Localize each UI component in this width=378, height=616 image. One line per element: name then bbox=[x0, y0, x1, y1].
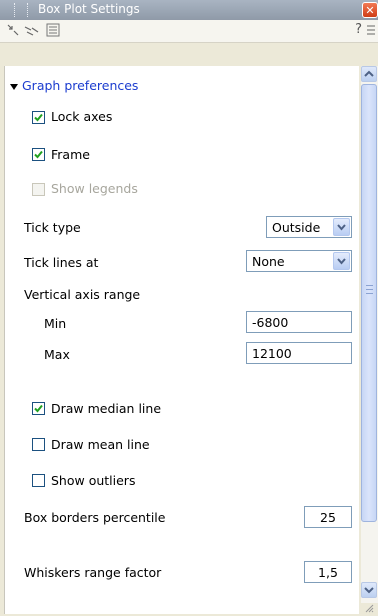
scroll-down-button[interactable] bbox=[361, 582, 377, 598]
max-label: Max bbox=[44, 347, 70, 362]
section-graph-preferences[interactable]: Graph preferences bbox=[22, 78, 138, 93]
frame-label[interactable]: Frame bbox=[51, 147, 90, 162]
check-icon bbox=[34, 113, 43, 122]
resize-grip-icon[interactable] bbox=[365, 604, 374, 613]
draw-mean-checkbox[interactable] bbox=[32, 438, 45, 451]
settings-list-icon[interactable] bbox=[46, 23, 60, 37]
frame-checkbox[interactable] bbox=[32, 148, 45, 161]
draw-median-checkbox[interactable] bbox=[32, 402, 45, 415]
tick-lines-select[interactable]: None bbox=[246, 250, 352, 272]
max-input[interactable]: 12100 bbox=[246, 342, 352, 364]
window-title: Box Plot Settings bbox=[38, 2, 140, 16]
tick-type-value: Outside bbox=[272, 220, 321, 235]
show-outliers-checkbox[interactable] bbox=[32, 474, 45, 487]
check-icon bbox=[34, 150, 43, 159]
menu-icon[interactable] bbox=[366, 23, 376, 37]
chevron-down-icon[interactable] bbox=[333, 252, 350, 270]
lock-axes-checkbox[interactable] bbox=[32, 111, 45, 124]
box-borders-label: Box borders percentile bbox=[24, 510, 166, 525]
help-icon[interactable]: ? bbox=[355, 22, 362, 37]
tick-lines-label: Tick lines at bbox=[24, 255, 99, 270]
grip-icon bbox=[366, 285, 373, 294]
min-input[interactable]: -6800 bbox=[246, 311, 352, 333]
min-label: Min bbox=[44, 316, 67, 331]
collapse-icon[interactable] bbox=[24, 23, 40, 37]
show-outliers-label[interactable]: Show outliers bbox=[51, 473, 135, 488]
close-button[interactable]: ✕ bbox=[362, 2, 378, 18]
collapse-triangle-icon[interactable] bbox=[10, 84, 18, 90]
whiskers-input[interactable]: 1,5 bbox=[304, 561, 352, 583]
expand-icon[interactable] bbox=[6, 23, 20, 37]
vertical-axis-range-label: Vertical axis range bbox=[24, 287, 141, 302]
draw-mean-label[interactable]: Draw mean line bbox=[51, 437, 150, 452]
box-borders-input[interactable]: 25 bbox=[304, 506, 352, 528]
scroll-up-button[interactable] bbox=[361, 66, 377, 82]
tick-type-select[interactable]: Outside bbox=[266, 216, 352, 238]
title-bar: Box Plot Settings ✕ bbox=[0, 0, 378, 21]
chevron-down-icon bbox=[364, 587, 374, 594]
draw-median-label[interactable]: Draw median line bbox=[51, 401, 161, 416]
check-icon bbox=[34, 404, 43, 413]
vertical-scrollbar[interactable] bbox=[361, 66, 378, 603]
scroll-thumb[interactable] bbox=[361, 84, 377, 522]
show-legends-label: Show legends bbox=[51, 181, 138, 196]
lock-axes-label[interactable]: Lock axes bbox=[51, 109, 112, 124]
chevron-up-icon bbox=[364, 70, 374, 77]
show-legends-checkbox bbox=[32, 183, 45, 196]
tick-type-label: Tick type bbox=[24, 220, 81, 235]
whiskers-label: Whiskers range factor bbox=[24, 565, 162, 580]
toolbar: ? bbox=[0, 20, 378, 43]
chevron-down-icon[interactable] bbox=[333, 218, 350, 236]
drag-grip-icon[interactable] bbox=[14, 3, 28, 17]
tick-lines-value: None bbox=[252, 254, 285, 269]
